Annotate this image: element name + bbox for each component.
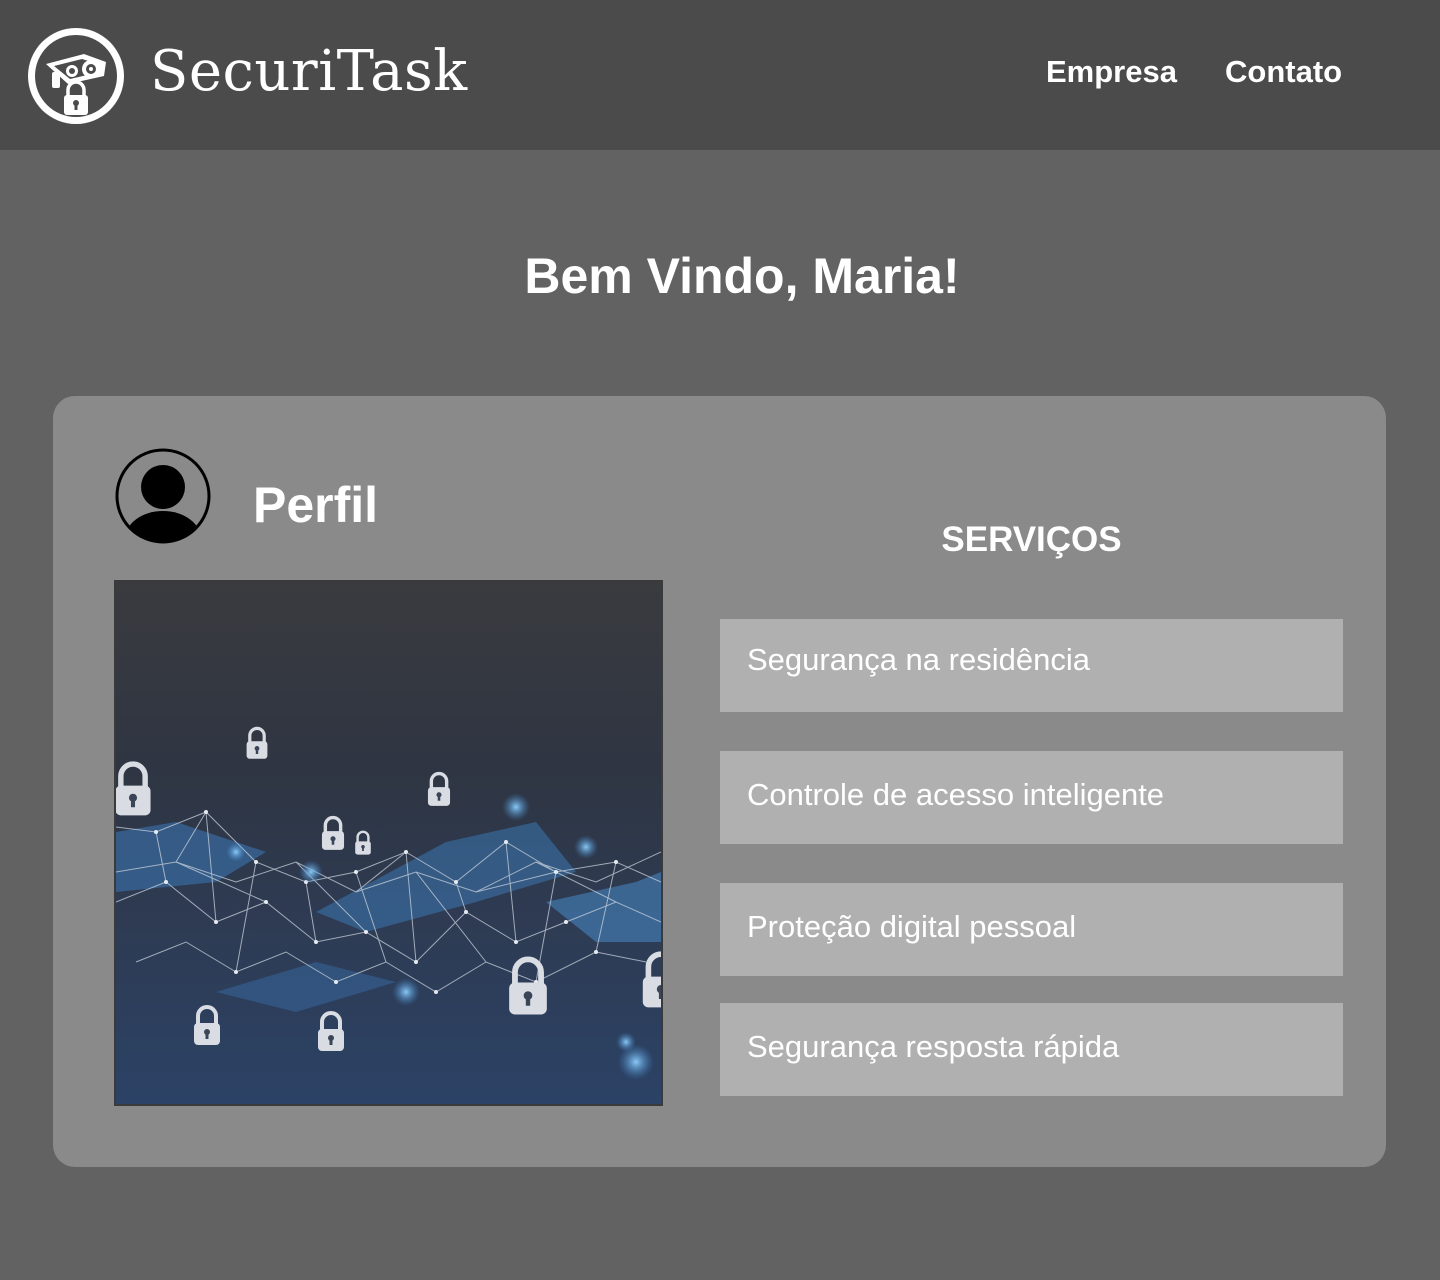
service-label: Segurança na residência [747, 642, 1090, 677]
profile-title: Perfil [253, 477, 379, 533]
security-camera-lock-icon[interactable] [24, 24, 128, 128]
service-item-residencia[interactable]: Segurança na residência [720, 619, 1343, 712]
brand-name[interactable]: SecuriTask [150, 36, 468, 108]
welcome-heading: Bem Vindo, Maria! [524, 248, 960, 304]
nav-link-contato[interactable]: Contato [1225, 52, 1342, 92]
nav-link-empresa[interactable]: Empresa [1046, 52, 1177, 92]
service-item-controle-acesso[interactable]: Controle de acesso inteligente [720, 751, 1343, 844]
service-label: Controle de acesso inteligente [747, 777, 1165, 812]
service-item-protecao-digital[interactable]: Proteção digital pessoal [720, 883, 1343, 976]
services-title: SERVIÇOS [941, 520, 1122, 559]
service-label: Segurança resposta rápida [747, 1029, 1120, 1064]
service-label: Proteção digital pessoal [747, 909, 1077, 944]
top-navbar: SecuriTask Empresa Contato [0, 0, 1440, 150]
user-avatar-icon[interactable] [114, 447, 212, 545]
service-item-resposta-rapida[interactable]: Segurança resposta rápida [720, 1003, 1343, 1096]
cyber-security-network-locks-image [114, 580, 663, 1106]
